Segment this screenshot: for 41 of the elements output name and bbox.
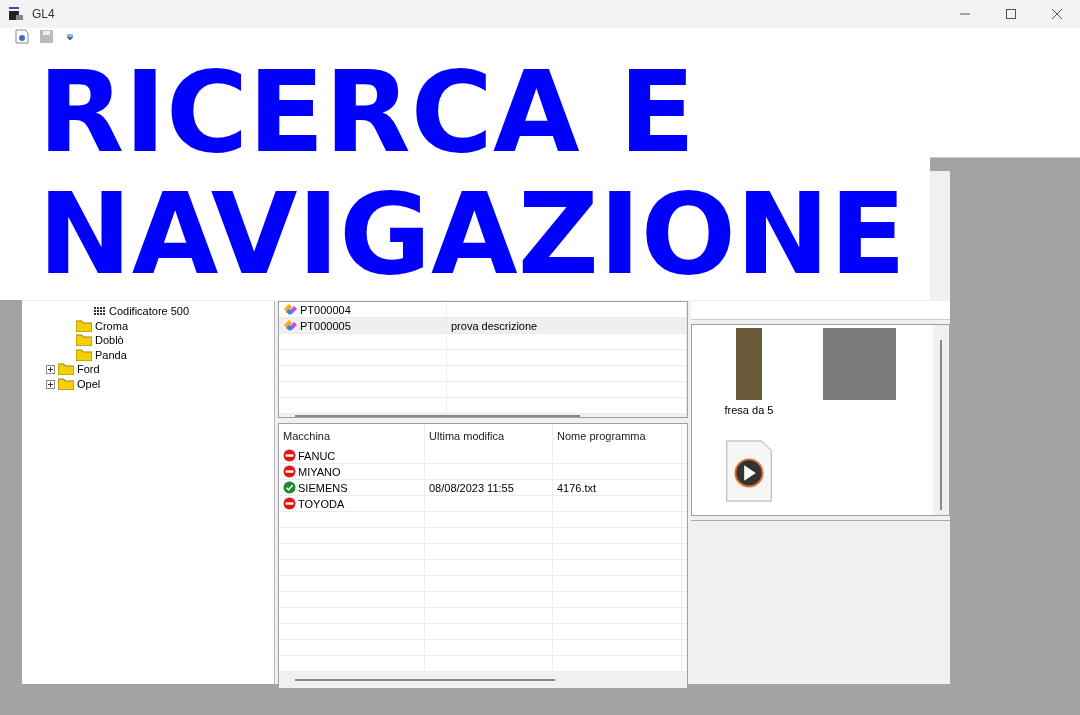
scrollbar-thumb[interactable] (295, 679, 555, 681)
folder-icon (58, 363, 74, 376)
machine-name: TOYODA (298, 497, 345, 510)
app-icon (8, 6, 24, 22)
program-name: 4176.txt (557, 481, 597, 494)
part-icon (283, 303, 298, 316)
column-header[interactable]: Ultima modifica (429, 430, 505, 442)
machine-name: SIEMENS (298, 481, 348, 494)
tree-item[interactable]: Codificatore 500 (109, 305, 190, 318)
grid-icon (94, 306, 106, 317)
column-header[interactable]: Nome programma (557, 430, 646, 442)
folder-icon (76, 334, 92, 347)
part-description: prova descrizione (451, 319, 538, 332)
scrollbar-thumb[interactable] (295, 414, 580, 417)
video-file-icon (725, 440, 773, 502)
modified-date: 08/08/2023 11:55 (429, 481, 514, 494)
tree-item[interactable]: Ford (77, 363, 100, 376)
maximize-icon (1006, 9, 1016, 19)
photo-placeholder (736, 328, 762, 400)
window-title: GL4 (32, 7, 55, 21)
tree-item[interactable]: Croma (95, 319, 128, 332)
tree-item[interactable]: Doblò (95, 334, 124, 347)
machine-name: FANUC (298, 449, 336, 462)
scrollbar-thumb[interactable] (940, 340, 942, 510)
settings-icon[interactable] (12, 28, 32, 45)
folder-icon (76, 319, 92, 332)
folder-icon (58, 377, 74, 390)
machine-name: MIYANO (298, 465, 341, 478)
part-code[interactable]: PT000004 (300, 303, 351, 316)
expand-icon[interactable] (46, 365, 55, 375)
column-header[interactable]: Macchina (283, 430, 331, 442)
expand-icon[interactable] (46, 379, 55, 389)
part-icon (283, 319, 298, 332)
part-code[interactable]: PT000005 (300, 319, 351, 332)
banner-title: NAVIGAZIONE (38, 172, 908, 295)
close-icon (1052, 9, 1062, 19)
banner-title: RICERCA E (38, 50, 697, 173)
folder-icon (76, 348, 92, 361)
tree-item[interactable]: Opel (77, 377, 101, 390)
tree-item[interactable]: Panda (95, 348, 127, 361)
attachment-caption: fresa da 5 (724, 404, 774, 416)
